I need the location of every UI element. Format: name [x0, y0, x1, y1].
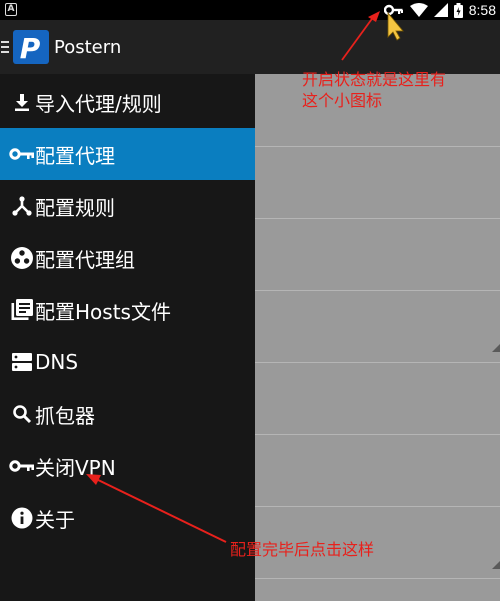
annotation-top-line2: 这个小图标 — [302, 91, 383, 110]
mouse-cursor-icon — [387, 11, 404, 41]
annotation-top-line1: 开启状态就是这里有 — [302, 70, 447, 89]
arrow-head-icon — [86, 474, 101, 485]
annotation-bottom: 配置完毕后点击这样 — [230, 540, 375, 559]
annotation-overlay — [86, 11, 404, 543]
